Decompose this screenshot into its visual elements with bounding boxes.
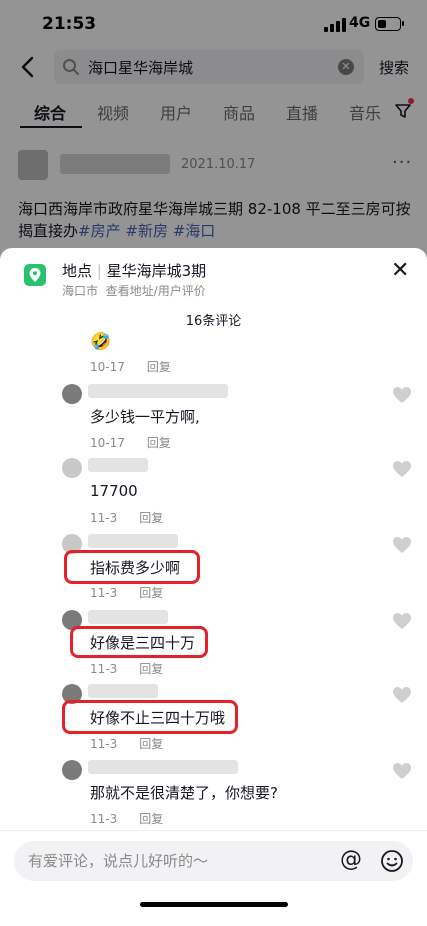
comment-text: 好像是三四十万 — [90, 634, 196, 652]
comment-date: 11-3 — [90, 737, 118, 751]
comment-text: 那就不是很清楚了，你想要? — [90, 784, 278, 802]
like-heart-icon[interactable] — [392, 612, 412, 630]
commenter-name-blurred — [88, 534, 178, 548]
comment-meta: 10-17 回复 — [90, 434, 171, 451]
comment-text: 🤣 — [90, 332, 112, 352]
like-heart-icon[interactable] — [392, 686, 412, 704]
commenter-name-blurred — [88, 384, 228, 398]
comment-meta: 11-3 回复 — [90, 584, 163, 601]
comment-text: 多少钱一平方啊, — [90, 408, 200, 426]
comment-input-bar: @ — [0, 830, 427, 926]
commenter-name-blurred — [88, 610, 168, 624]
reply-button[interactable]: 回复 — [139, 812, 163, 826]
comments-list: 🤣 10-17 回复 多少钱一平方啊, 10-17 回复 17700 11-3 回复 … — [0, 330, 427, 830]
location-link[interactable]: 查看地址/用户评价 — [106, 284, 206, 298]
comment-date: 10-17 — [90, 360, 125, 374]
reply-button[interactable]: 回复 — [139, 586, 163, 600]
commenter-name-blurred — [88, 684, 158, 698]
comment-meta: 11-3 回复 — [90, 660, 163, 677]
close-icon[interactable]: ✕ — [391, 258, 409, 283]
reply-button[interactable]: 回复 — [139, 662, 163, 676]
home-indicator — [140, 902, 288, 907]
location-label: 地点 — [62, 262, 93, 280]
like-heart-icon[interactable] — [392, 386, 412, 404]
reply-button[interactable]: 回复 — [147, 360, 171, 374]
location-pin-icon — [24, 264, 46, 286]
comment-date: 10-17 — [90, 436, 125, 450]
comment-meta: 10-17 回复 — [90, 358, 171, 375]
reply-button[interactable]: 回复 — [147, 436, 171, 450]
comment-date: 11-3 — [90, 812, 118, 826]
comment-input-wrapper[interactable]: @ — [14, 841, 413, 881]
location-subtitle: 海口市 查看地址/用户评价 — [62, 282, 206, 299]
comment-meta: 11-3 回复 — [90, 509, 163, 526]
reply-button[interactable]: 回复 — [139, 737, 163, 751]
comment-date: 11-3 — [90, 662, 118, 676]
like-heart-icon[interactable] — [392, 536, 412, 554]
comment-input[interactable] — [28, 849, 328, 873]
commenter-name-blurred — [88, 458, 148, 472]
comment-text: 17700 — [90, 482, 138, 500]
comment-date: 11-3 — [90, 511, 118, 525]
comment-text: 好像不止三四十万哦 — [90, 709, 226, 727]
like-heart-icon[interactable] — [392, 460, 412, 478]
location-header[interactable]: 地点 | 星华海岸城3期 海口市 查看地址/用户评价 ✕ — [0, 248, 427, 304]
comment-meta: 11-3 回复 — [90, 735, 163, 752]
comment-meta: 11-3 回复 — [90, 810, 163, 827]
avatar[interactable] — [62, 458, 82, 478]
comments-count: 16条评论 — [185, 314, 242, 329]
emoji-icon[interactable] — [380, 849, 404, 873]
comment-date: 11-3 — [90, 586, 118, 600]
location-title: 地点 | 星华海岸城3期 — [62, 262, 207, 280]
commenter-name-blurred — [88, 760, 238, 774]
comment-text: 指标费多少啊 — [90, 559, 181, 577]
location-name: 星华海岸城3期 — [106, 262, 207, 280]
mention-at-icon[interactable]: @ — [340, 847, 362, 872]
avatar[interactable] — [62, 384, 82, 404]
like-heart-icon[interactable] — [392, 762, 412, 780]
reply-button[interactable]: 回复 — [139, 511, 163, 525]
avatar[interactable] — [62, 760, 82, 780]
comments-sheet: 地点 | 星华海岸城3期 海口市 查看地址/用户评价 ✕ 16条评论 🤣 10-… — [0, 248, 427, 926]
location-city: 海口市 — [62, 284, 99, 298]
